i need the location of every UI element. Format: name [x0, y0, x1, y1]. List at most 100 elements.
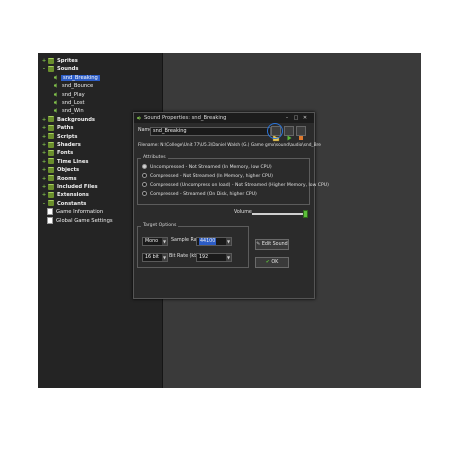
attr-streamed-option[interactable]: Compressed - Streamed (On Disk, higher C… [142, 191, 257, 197]
radio-icon [142, 164, 147, 169]
tree-item-label: Rooms [57, 175, 77, 182]
attr-option-label: Uncompressed - Not Streamed (In Memory, … [150, 165, 272, 170]
attributes-legend: Attributes [141, 155, 168, 161]
edit-sound-button[interactable]: ✎ Edit Sound [255, 239, 289, 250]
folder-icon [48, 116, 54, 123]
tree-item-label: Fonts [57, 150, 74, 157]
bit-depth-select[interactable]: 16 bit ▼ [142, 253, 168, 262]
tree-item-label: Sounds [57, 66, 79, 73]
volume-slider-track[interactable] [252, 213, 306, 215]
tree-item-snd-win[interactable]: snd_Win [54, 107, 85, 115]
maximize-icon[interactable]: □ [293, 115, 299, 121]
highlight-ring [267, 123, 283, 139]
edit-sound-label: Edit Sound [261, 242, 288, 247]
tree-item-sprites[interactable]: + Sprites [41, 57, 79, 65]
tree-item-label: snd_Breaking [61, 74, 100, 81]
folder-icon [48, 124, 54, 131]
tree-item-backgrounds[interactable]: + Backgrounds [41, 116, 96, 124]
folder-icon [48, 200, 54, 207]
folder-icon [48, 65, 54, 72]
expand-icon[interactable]: + [41, 158, 47, 166]
attr-uncompressed-option[interactable]: Uncompressed - Not Streamed (In Memory, … [142, 164, 272, 170]
tree-item-constants[interactable]: - Constants [41, 200, 87, 208]
target-options-group: Target Options Mono ▼ Sample Rate 44100 … [137, 223, 249, 268]
filename-text: Filename: N:\College\Unit 77\U5.3\Daniel… [138, 143, 321, 148]
expand-icon[interactable]: + [41, 133, 47, 141]
tree-item-label: Scripts [57, 133, 78, 140]
sound-file-icon [54, 108, 59, 114]
name-input[interactable]: snd_Breaking [150, 127, 271, 136]
attributes-group: Attributes Uncompressed - Not Streamed (… [137, 155, 329, 205]
tree-item-label: Game Information [56, 209, 104, 216]
tree-item-global-game-settings[interactable]: Global Game Settings [46, 216, 114, 225]
tree-item-sounds[interactable]: - Sounds [41, 65, 80, 73]
folder-icon [48, 183, 54, 190]
tree-item-snd-breaking[interactable]: snd_Breaking [54, 74, 100, 82]
tree-item-snd-bounce[interactable]: snd_Bounce [54, 82, 94, 90]
tree-item-label: snd_Play [62, 91, 85, 98]
close-icon[interactable]: ✕ [302, 115, 308, 121]
expand-icon[interactable]: + [41, 124, 47, 132]
sound-file-icon [54, 83, 59, 88]
tree-item-label: Sprites [57, 58, 78, 64]
tree-item-time-lines[interactable]: + Time Lines [41, 158, 89, 166]
expand-icon[interactable]: + [41, 175, 47, 183]
expand-icon[interactable]: + [41, 116, 47, 124]
tree-item-label: Constants [57, 200, 87, 207]
expand-icon[interactable]: + [41, 57, 47, 65]
checkmark-icon: ✔ [265, 260, 270, 265]
collapse-icon[interactable]: - [41, 65, 47, 73]
tree-item-label: Included Files [57, 184, 98, 190]
folder-icon [48, 149, 54, 156]
tree-item-rooms[interactable]: + Rooms [41, 175, 78, 183]
tree-item-snd-lost[interactable]: snd_Lost [54, 99, 86, 107]
radio-icon [142, 191, 147, 196]
sound-file-icon [54, 75, 59, 80]
bit-rate-select[interactable]: 192 ▼ [196, 253, 232, 262]
tree-item-included-files[interactable]: + Included Files [41, 183, 99, 191]
tree-item-label: Objects [57, 167, 80, 174]
tree-item-fonts[interactable]: + Fonts [41, 149, 74, 157]
tree-item-label: snd_Win [62, 108, 84, 115]
attr-option-label: Compressed - Not Streamed (In Memory, hi… [150, 174, 273, 179]
tree-item-paths[interactable]: + Paths [41, 124, 74, 132]
stop-icon [299, 136, 303, 140]
tree-item-scripts[interactable]: + Scripts [41, 133, 78, 141]
tree-item-extensions[interactable]: + Extensions [41, 191, 90, 199]
tree-item-label: Backgrounds [57, 116, 96, 123]
sound-icon [137, 116, 141, 120]
attr-compressed-option[interactable]: Compressed - Not Streamed (In Memory, hi… [142, 173, 273, 179]
tree-item-label: snd_Bounce [62, 83, 94, 90]
chevron-down-icon: ▼ [226, 238, 231, 245]
channels-select[interactable]: Mono ▼ [142, 237, 168, 246]
expand-icon[interactable]: + [41, 191, 47, 199]
folder-icon [48, 133, 54, 140]
tree-item-game-information[interactable]: Game Information [46, 208, 104, 216]
ok-label: OK [271, 260, 279, 265]
edit-icon: ✎ [256, 242, 261, 247]
minimize-icon[interactable]: – [284, 115, 290, 121]
radio-icon [142, 173, 147, 178]
ok-button[interactable]: ✔ OK [255, 257, 289, 268]
play-sound-button[interactable] [284, 126, 294, 141]
sample-rate-select[interactable]: 44100 ▼ [196, 237, 232, 246]
attr-option-label: Compressed (Uncompress on load) - Not St… [150, 183, 329, 188]
sound-properties-dialog: Sound Properties: snd_Breaking – □ ✕ Nam… [133, 112, 329, 299]
expand-icon[interactable]: + [41, 141, 47, 149]
tree-item-snd-play[interactable]: snd_Play [54, 91, 86, 99]
expand-icon[interactable]: + [41, 149, 47, 157]
expand-icon[interactable]: + [41, 166, 47, 174]
stop-sound-button[interactable] [296, 126, 306, 140]
expand-icon[interactable]: + [41, 183, 47, 191]
chevron-down-icon: ▼ [162, 254, 167, 261]
attr-option-label: Compressed - Streamed (On Disk, higher C… [150, 192, 257, 197]
target-options-legend: Target Options [141, 223, 179, 229]
tree-item-shaders[interactable]: + Shaders [41, 141, 82, 149]
tree-item-label: Shaders [57, 142, 81, 148]
volume-slider-handle[interactable] [303, 210, 308, 218]
collapse-icon[interactable]: - [41, 200, 47, 208]
document-icon [47, 216, 53, 224]
attr-uncompress-on-load-option[interactable]: Compressed (Uncompress on load) - Not St… [142, 182, 329, 188]
dialog-title-bar[interactable]: Sound Properties: snd_Breaking – □ ✕ [134, 113, 314, 123]
tree-item-objects[interactable]: + Objects [41, 166, 80, 174]
